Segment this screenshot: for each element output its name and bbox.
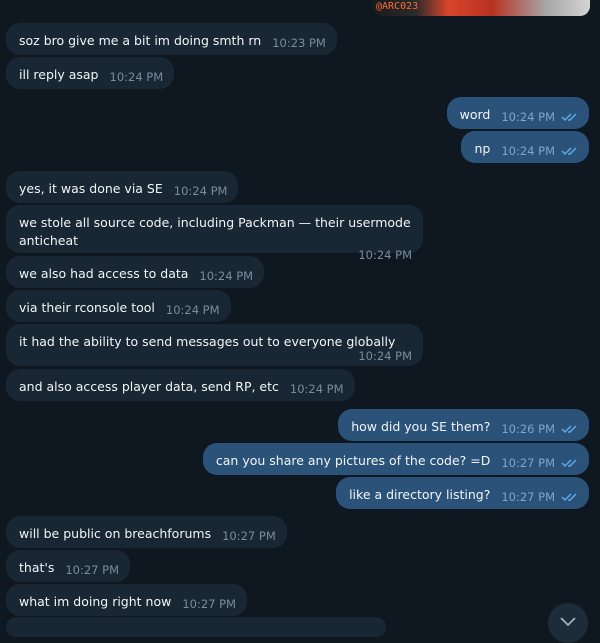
message-time: 10:27 PM	[501, 456, 555, 470]
message-bubble-incoming[interactable]: yes, it was done via SE 10:24 PM	[6, 171, 239, 203]
message-time: 10:27 PM	[65, 563, 119, 577]
message-bubble-incoming[interactable]: ill reply asap 10:24 PM	[6, 57, 175, 89]
chevron-down-icon	[560, 617, 576, 627]
message-text: we also had access to data	[19, 266, 189, 281]
message-time: 10:24 PM	[109, 70, 164, 84]
message-time: 10:24 PM	[173, 184, 228, 198]
message-bubble-incoming[interactable]: via their rconsole tool 10:24 PM	[6, 290, 231, 322]
message-bubble-outgoing[interactable]: np 10:24 PM	[461, 131, 589, 163]
message-text: ill reply asap	[19, 67, 99, 82]
double-check-icon	[561, 425, 577, 434]
message-time: 10:24 PM	[289, 382, 344, 396]
message-text: we stole all source code, including Pack…	[19, 215, 411, 248]
message-time: 10:27 PM	[501, 490, 555, 504]
message-bubble-outgoing[interactable]: can you share any pictures of the code? …	[202, 443, 589, 475]
message-time: 10:27 PM	[182, 597, 236, 611]
message-time: 10:24 PM	[501, 110, 555, 124]
message-text: via their rconsole tool	[19, 300, 155, 315]
message-bubble-incoming[interactable]: soz bro give me a bit im doing smth rn 10…	[6, 23, 337, 55]
image-attachment-caption: @ARC023	[376, 1, 419, 12]
double-check-icon	[561, 493, 577, 502]
message-text: what im doing right now	[19, 594, 172, 609]
image-attachment[interactable]: @ARC023	[372, 0, 590, 16]
scroll-to-bottom-button[interactable]	[548, 603, 588, 643]
message-text: np	[474, 141, 491, 156]
message-text: and also access player data, send RP, et…	[19, 379, 279, 394]
message-time: 10:26 PM	[501, 422, 555, 436]
message-bubble-incoming[interactable]: that's 10:27 PM	[6, 550, 130, 582]
message-text: that's	[19, 560, 55, 575]
message-bubble-outgoing[interactable]: word 10:24 PM	[446, 97, 589, 129]
message-time: 10:24 PM	[358, 349, 412, 363]
message-bubble-incoming[interactable]: and also access player data, send RP, et…	[6, 369, 355, 401]
message-bubble-incoming-partial[interactable]	[6, 617, 386, 637]
double-check-icon	[561, 459, 577, 468]
message-time: 10:27 PM	[222, 529, 276, 543]
message-text: word	[459, 107, 491, 122]
message-bubble-outgoing[interactable]: how did you SE them? 10:26 PM	[338, 409, 589, 441]
message-text: how did you SE them?	[351, 419, 491, 434]
message-text: it had the ability to send messages out …	[19, 334, 396, 349]
message-text: like a directory listing?	[349, 487, 491, 502]
message-text: will be public on breachforums	[19, 526, 212, 541]
message-text: yes, it was done via SE	[19, 181, 163, 196]
message-bubble-incoming[interactable]: will be public on breachforums 10:27 PM	[6, 516, 287, 548]
message-time: 10:24 PM	[501, 144, 555, 158]
double-check-icon	[561, 147, 577, 156]
message-bubble-incoming[interactable]: we stole all source code, including Pack…	[6, 205, 423, 262]
message-bubble-incoming[interactable]: it had the ability to send messages out …	[6, 324, 423, 366]
message-bubble-outgoing[interactable]: like a directory listing? 10:27 PM	[336, 477, 589, 509]
message-time: 10:24 PM	[165, 303, 220, 317]
message-bubble-incoming[interactable]: what im doing right now 10:27 PM	[6, 584, 247, 616]
message-text: can you share any pictures of the code? …	[215, 453, 491, 468]
message-time: 10:23 PM	[272, 36, 326, 50]
message-time: 10:24 PM	[199, 269, 254, 283]
message-bubble-incoming[interactable]: we also had access to data 10:24 PM	[6, 256, 265, 288]
message-text: soz bro give me a bit im doing smth rn	[19, 33, 262, 48]
double-check-icon	[561, 113, 577, 122]
